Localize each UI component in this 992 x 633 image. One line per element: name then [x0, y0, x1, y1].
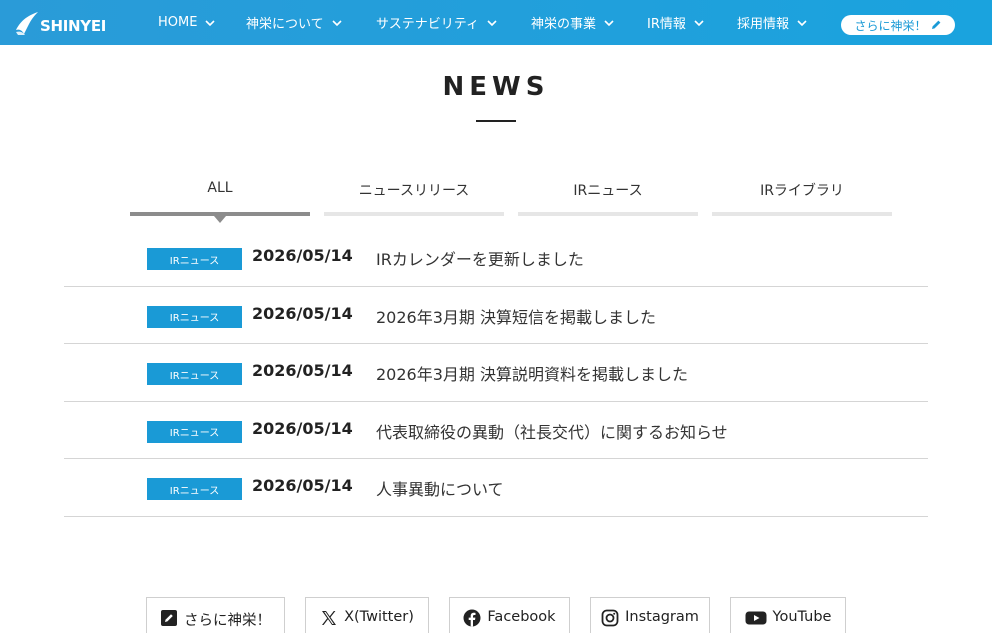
social-label: Instagram — [625, 609, 699, 625]
chevron-down-icon — [205, 19, 216, 26]
nav-item-sustainability[interactable]: サステナビリティ — [376, 0, 531, 45]
x-twitter-button[interactable]: X(Twitter) — [305, 597, 429, 633]
main-nav: HOME 神栄について サステナビリティ 神栄の事業 IR情報 採用情報 — [158, 0, 827, 45]
news-title-link[interactable]: 代表取締役の異動（社長交代）に関するお知らせ — [376, 419, 728, 443]
tab-underline — [712, 212, 892, 216]
nav-item-label: 採用情報 — [737, 17, 790, 32]
news-item[interactable]: IRニュース 2026/05/14 2026年3月期 決算短信を掲載しました — [64, 287, 928, 345]
tab-news-release[interactable]: ニュースリリース — [324, 170, 504, 216]
shinyei-logo-icon — [16, 12, 38, 35]
nav-item-recruit[interactable]: 採用情報 — [737, 0, 827, 45]
social-label: さらに神栄！ — [184, 613, 271, 629]
tab-label: IRライブラリ — [760, 183, 844, 199]
title-divider — [476, 120, 516, 122]
social-label: X(Twitter) — [344, 609, 414, 625]
more-button-label: さらに神栄！ — [854, 18, 927, 33]
x-icon — [322, 611, 337, 625]
pen-icon — [161, 610, 177, 626]
tab-label: ALL — [207, 180, 233, 196]
category-badge: IRニュース — [147, 478, 242, 501]
instagram-icon — [601, 609, 619, 627]
news-title-link[interactable]: 2026年3月期 決算短信を掲載しました — [376, 304, 656, 328]
more-shinyei-button[interactable]: さらに神栄！ — [841, 15, 955, 35]
news-item[interactable]: IRニュース 2026/05/14 代表取締役の異動（社長交代）に関するお知らせ — [64, 402, 928, 460]
chevron-down-icon — [487, 19, 497, 26]
tab-ir-news[interactable]: IRニュース — [518, 170, 698, 216]
nav-item-label: 神栄の事業 — [531, 17, 597, 32]
news-date: 2026/05/14 — [252, 418, 353, 438]
tab-ir-library[interactable]: IRライブラリ — [712, 170, 892, 216]
news-date: 2026/05/14 — [252, 361, 353, 381]
tab-all[interactable]: ALL — [130, 170, 310, 223]
chevron-down-icon — [694, 19, 704, 26]
youtube-button[interactable]: YouTube — [730, 597, 846, 633]
news-date: 2026/05/14 — [252, 476, 353, 496]
news-item[interactable]: IRニュース 2026/05/14 人事異動について — [64, 459, 928, 517]
site-logo[interactable]: SHINYEI — [14, 9, 106, 37]
active-tab-indicator — [214, 216, 226, 223]
news-date: 2026/05/14 — [252, 246, 353, 265]
facebook-icon — [463, 609, 481, 627]
tab-label: IRニュース — [573, 183, 643, 199]
category-badge: IRニュース — [147, 363, 242, 386]
category-badge: IRニュース — [147, 305, 242, 328]
nav-item-label: 神栄について — [246, 17, 324, 32]
news-list: IRニュース 2026/05/14 IRカレンダーを更新しました IRニュース … — [64, 229, 928, 517]
nav-item-label: IR情報 — [647, 17, 686, 32]
social-label: YouTube — [772, 609, 832, 625]
news-item[interactable]: IRニュース 2026/05/14 IRカレンダーを更新しました — [64, 229, 928, 287]
nav-item-home[interactable]: HOME — [158, 0, 246, 45]
category-badge: IRニュース — [147, 420, 242, 443]
nav-item-business[interactable]: 神栄の事業 — [531, 0, 647, 45]
more-shinyei-link-button[interactable]: さらに神栄！ — [146, 597, 285, 633]
news-title-link[interactable]: 2026年3月期 決算説明資料を掲載しました — [376, 361, 688, 385]
pen-icon — [931, 20, 940, 29]
logo-text: SHINYEI — [40, 17, 107, 35]
social-label: Facebook — [487, 609, 556, 625]
chevron-down-icon — [332, 19, 342, 26]
chevron-down-icon — [797, 19, 807, 26]
nav-item-about[interactable]: 神栄について — [246, 0, 376, 45]
news-title-link[interactable]: IRカレンダーを更新しました — [376, 246, 584, 270]
news-item[interactable]: IRニュース 2026/05/14 2026年3月期 決算説明資料を掲載しました — [64, 344, 928, 402]
news-date: 2026/05/14 — [252, 303, 353, 323]
nav-item-label: HOME — [158, 15, 198, 30]
tab-underline — [518, 212, 698, 216]
tab-underline — [324, 212, 504, 216]
tab-label: ニュースリリース — [358, 183, 470, 199]
nav-item-ir[interactable]: IR情報 — [647, 0, 737, 45]
facebook-button[interactable]: Facebook — [449, 597, 570, 633]
instagram-button[interactable]: Instagram — [590, 597, 710, 633]
youtube-icon — [745, 611, 767, 625]
nav-item-label: サステナビリティ — [376, 17, 479, 32]
news-title-link[interactable]: 人事異動について — [376, 476, 504, 500]
page-title: NEWS — [442, 72, 550, 102]
site-header: SHINYEI HOME 神栄について サステナビリティ 神栄の事業 IR情報 … — [0, 0, 992, 45]
category-badge: IRニュース — [147, 248, 242, 270]
chevron-down-icon — [604, 19, 614, 26]
